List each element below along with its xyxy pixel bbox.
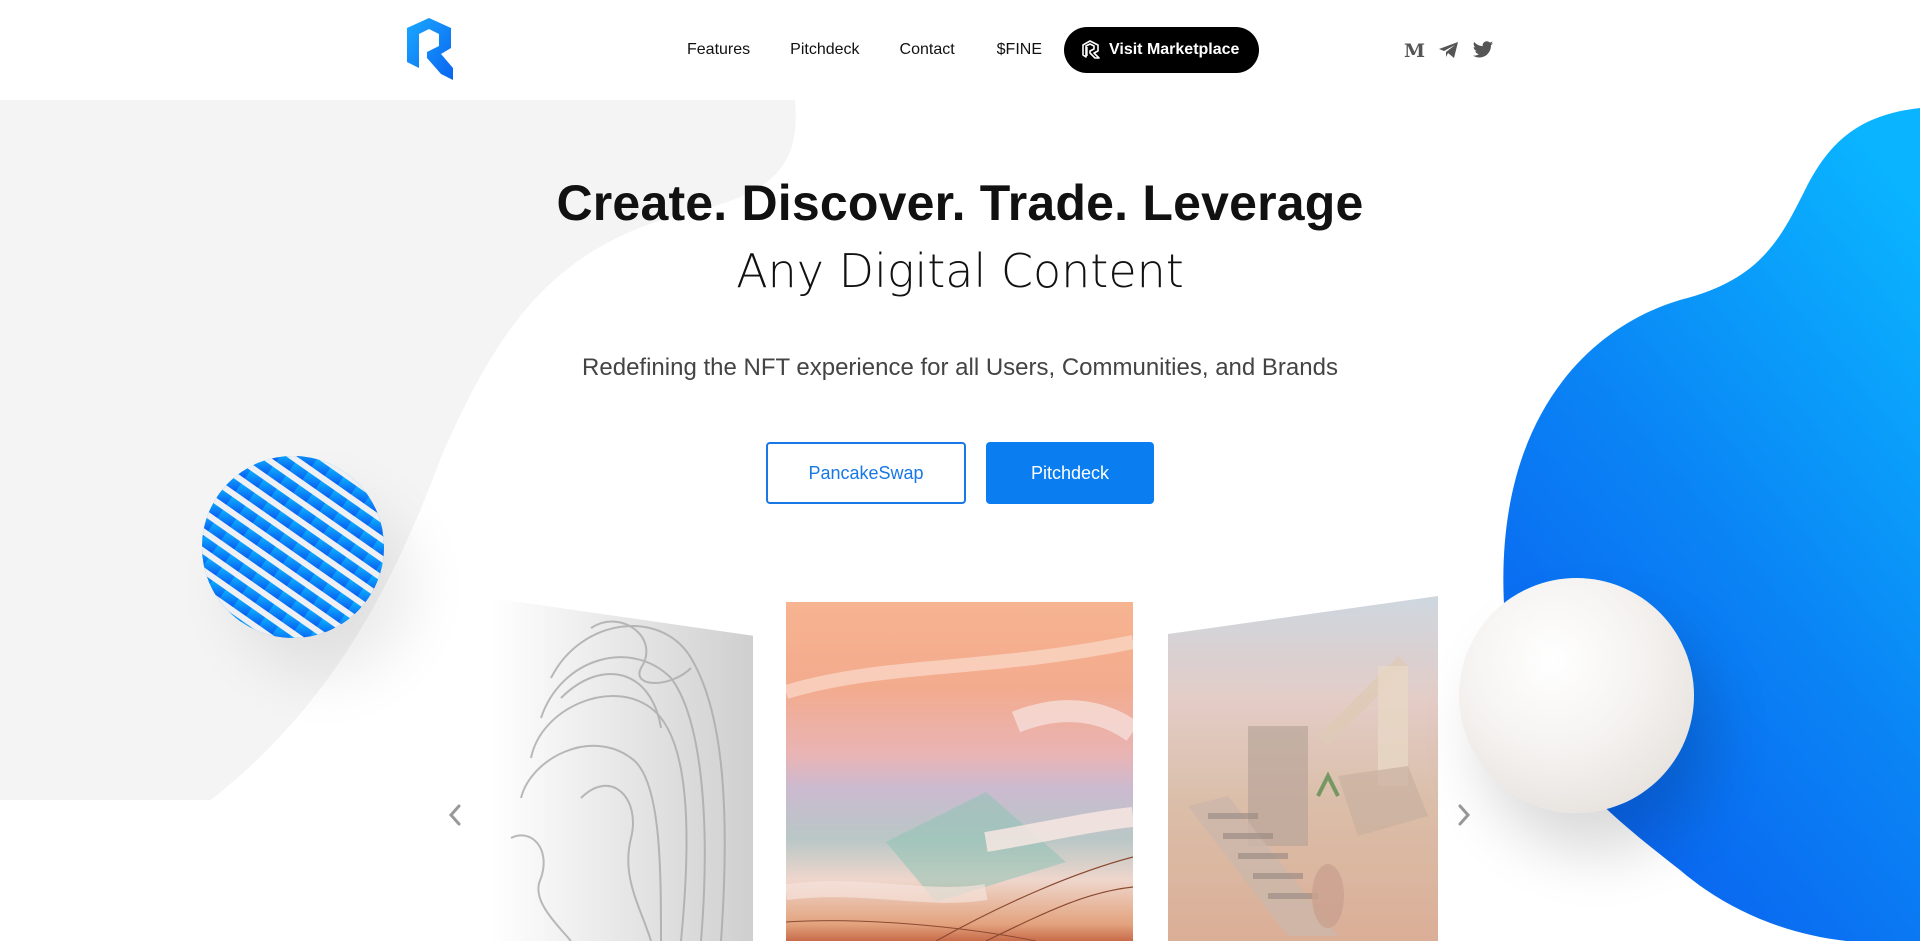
pastel-sky-painting-artwork	[786, 635, 1133, 941]
medium-icon[interactable]: M	[1403, 38, 1427, 62]
telegram-icon[interactable]	[1437, 38, 1461, 62]
visit-marketplace-label: Visit Marketplace	[1109, 41, 1240, 58]
carousel-slide-right[interactable]	[1168, 596, 1438, 941]
nav-pitchdeck[interactable]: Pitchdeck	[790, 41, 859, 59]
hero-subtitle: Redefining the NFT experience for all Us…	[582, 354, 1338, 381]
nav-fine-token[interactable]: $FINE	[997, 41, 1042, 59]
nav-features[interactable]: Features	[687, 41, 750, 59]
chevron-right-icon	[1458, 804, 1471, 826]
pitchdeck-button[interactable]: Pitchdeck	[986, 442, 1154, 504]
chevron-left-icon	[448, 804, 461, 826]
r-logo-icon[interactable]	[407, 18, 455, 80]
carousel-slide-left[interactable]	[491, 598, 753, 941]
svg-text:M: M	[1404, 40, 1425, 60]
pancakeswap-button[interactable]: PancakeSwap	[766, 442, 966, 504]
hero-section: Create. Discover. Trade. Leverage Any Di…	[0, 170, 1920, 504]
surreal-staircases-artwork	[1188, 656, 1428, 936]
twitter-icon[interactable]	[1471, 38, 1495, 62]
site-header: Features Pitchdeck Contact $FINE Visit M…	[0, 0, 1920, 100]
decorative-white-sphere	[1459, 578, 1694, 813]
carousel-prev-button[interactable]	[443, 798, 467, 832]
hero-cta-group: PancakeSwap Pitchdeck	[0, 442, 1920, 504]
r-logo-outline-icon	[1082, 40, 1100, 59]
nav-contact[interactable]: Contact	[900, 41, 955, 59]
hero-title: Create. Discover. Trade. Leverage	[556, 175, 1364, 231]
social-links: M	[1403, 38, 1495, 62]
visit-marketplace-button[interactable]: Visit Marketplace	[1064, 27, 1260, 73]
main-nav: Features Pitchdeck Contact $FINE Visit M…	[687, 27, 1260, 73]
carousel-next-button[interactable]	[1452, 798, 1476, 832]
hero-title-secondary: Any Digital Content	[736, 244, 1184, 298]
carousel-slide-center[interactable]	[786, 602, 1133, 941]
sculpted-hair-face-artwork	[510, 620, 726, 941]
